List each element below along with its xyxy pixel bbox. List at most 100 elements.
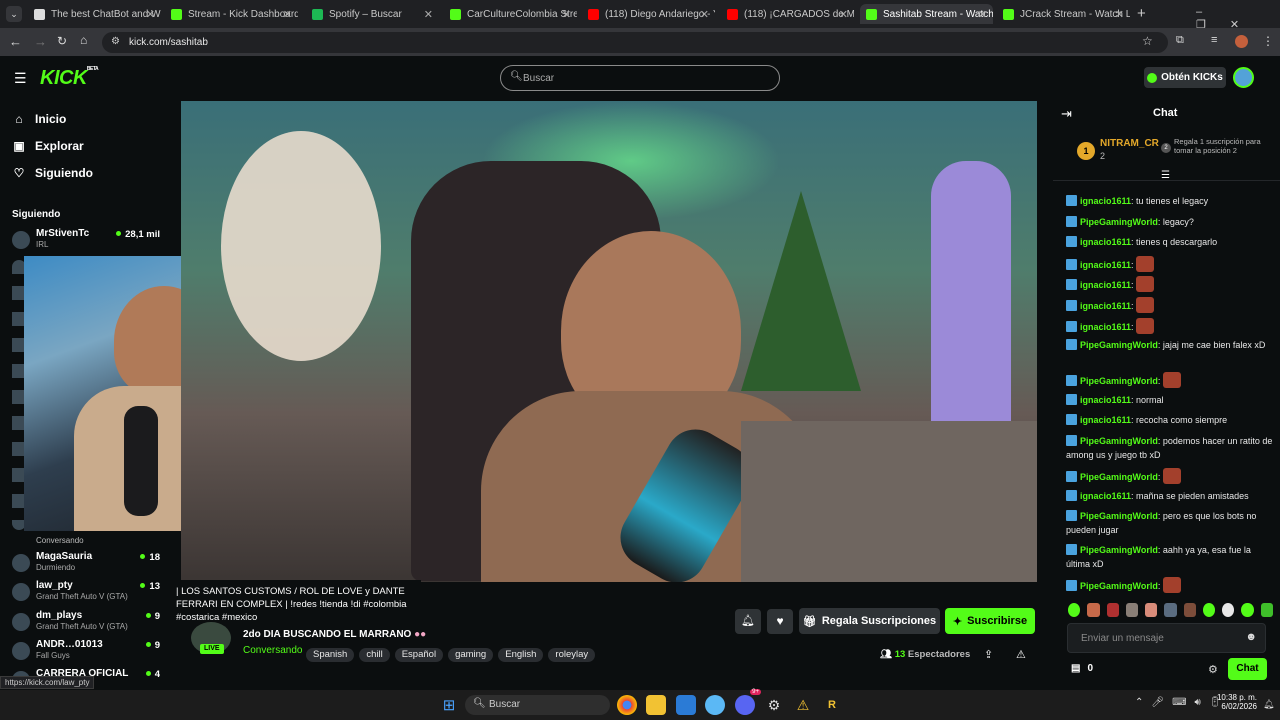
user-avatar[interactable]: [1233, 67, 1254, 88]
emote-icon[interactable]: [1222, 603, 1235, 617]
chat-username[interactable]: ignacio1611: [1080, 280, 1131, 290]
site-info-icon[interactable]: ⚙: [111, 36, 120, 47]
chat-username[interactable]: ignacio1611: [1080, 415, 1131, 425]
following-item[interactable]: dm_plays Grand Theft Auto V (GTA) 9: [12, 610, 162, 636]
close-tab-icon[interactable]: ✕: [562, 8, 571, 21]
app-icon[interactable]: R: [822, 695, 842, 715]
chat-username[interactable]: ignacio1611: [1080, 491, 1131, 501]
tag-pill[interactable]: roleylay: [548, 648, 596, 662]
close-tab-icon[interactable]: ✕: [839, 8, 848, 21]
discord-icon[interactable]: 9+: [735, 689, 761, 715]
video-player[interactable]: [181, 101, 1037, 582]
emote-icon[interactable]: [1145, 603, 1158, 617]
chat-send-button[interactable]: Chat: [1228, 658, 1267, 680]
emote-icon[interactable]: [1183, 603, 1196, 617]
tag-pill[interactable]: Español: [394, 648, 444, 662]
settings-icon[interactable]: ⚙: [764, 695, 784, 715]
chat-username[interactable]: ignacio1611: [1080, 395, 1131, 405]
following-item[interactable]: MagaSauria Durmiendo 18: [12, 551, 162, 577]
close-tab-icon[interactable]: ✕: [424, 8, 433, 21]
profile-avatar[interactable]: [1235, 35, 1248, 48]
emote-icon[interactable]: [1164, 603, 1177, 617]
chat-username[interactable]: ignacio1611: [1080, 322, 1131, 332]
tag-pill[interactable]: English: [498, 648, 544, 662]
close-tab-icon[interactable]: ✕: [978, 8, 987, 21]
chat-username[interactable]: ignacio1611: [1080, 301, 1131, 311]
browser-tab[interactable]: Sashitab Stream - Watch ✕: [860, 4, 993, 24]
kick-logo[interactable]: KICKBETA: [40, 66, 99, 90]
emote-icon[interactable]: [1241, 603, 1254, 617]
emote-icon[interactable]: [1106, 603, 1119, 617]
taskbar-search[interactable]: 🔍︎ Buscar: [465, 695, 610, 715]
tag-pill[interactable]: Spanish: [306, 648, 355, 662]
search-bar[interactable]: 🔍︎ Buscar: [500, 65, 780, 91]
chat-username[interactable]: PipeGamingWorld: [1080, 217, 1158, 227]
photos-icon[interactable]: [705, 695, 725, 715]
chat-username[interactable]: ignacio1611: [1080, 237, 1131, 247]
chrome-icon[interactable]: [617, 695, 637, 715]
emote-icon[interactable]: [1260, 603, 1273, 617]
browser-tab[interactable]: JCrack Stream - Watch Li ✕: [997, 4, 1130, 24]
chat-username[interactable]: PipeGamingWorld: [1080, 511, 1158, 521]
chat-settings-icon[interactable]: ⚙: [1208, 663, 1218, 676]
close-tab-icon[interactable]: ✕: [1115, 8, 1124, 21]
url-text[interactable]: kick.com/sashitab: [129, 37, 208, 48]
media-controls-icon[interactable]: ≡: [1211, 34, 1217, 46]
chat-input[interactable]: Enviar un mensaje ☻: [1067, 623, 1266, 653]
subscribe-button[interactable]: ✦ Suscribirse: [945, 608, 1035, 634]
report-icon[interactable]: ⚠: [1016, 648, 1026, 661]
browser-tab[interactable]: CarCultureColombia Strea ✕: [444, 4, 577, 24]
sidebar-item-inicio[interactable]: ⌂ Inicio: [12, 112, 66, 126]
emote-icon[interactable]: [1125, 603, 1139, 617]
reload-icon[interactable]: ↻: [57, 34, 67, 48]
emote-icon[interactable]: [1087, 603, 1100, 617]
hamburger-menu-icon[interactable]: ☰: [14, 70, 27, 87]
top-gifter[interactable]: 1 NITRAM_CR 2: [1077, 138, 1167, 166]
sidebar-item-explorar[interactable]: ▣ Explorar: [12, 139, 83, 153]
search-input[interactable]: Buscar: [523, 73, 554, 84]
windows-start-icon[interactable]: ⊞: [439, 695, 459, 715]
stream-category[interactable]: Conversando: [243, 645, 302, 656]
close-tab-icon[interactable]: ✕: [146, 8, 155, 21]
tag-pill[interactable]: chill: [359, 648, 390, 662]
sidebar-item-siguiendo[interactable]: ♡ Siguiendo: [12, 166, 93, 180]
emote-icon[interactable]: [1202, 603, 1216, 617]
emote-icon[interactable]: [1068, 603, 1081, 617]
emoji-picker-icon[interactable]: ☻: [1245, 631, 1257, 643]
chat-username[interactable]: PipeGamingWorld: [1080, 376, 1158, 386]
notifications-icon[interactable]: 🔔︎: [1263, 699, 1274, 710]
taskbar-clock[interactable]: 10:38 p. m. 6/02/2026: [1213, 693, 1257, 711]
browser-tab[interactable]: Stream - Kick Dashboard ✕: [165, 4, 298, 24]
store-icon[interactable]: [676, 695, 696, 715]
share-icon[interactable]: ⇪: [984, 648, 993, 661]
chat-username[interactable]: PipeGamingWorld: [1080, 472, 1158, 482]
chat-username[interactable]: ignacio1611: [1080, 196, 1131, 206]
get-kicks-button[interactable]: Obtén KICKs: [1144, 67, 1226, 88]
follow-heart-button[interactable]: ♥: [767, 609, 793, 634]
chat-username[interactable]: PipeGamingWorld: [1080, 340, 1158, 350]
chat-username[interactable]: PipeGamingWorld: [1080, 436, 1158, 446]
following-item[interactable]: law_pty Grand Theft Auto V (GTA) 13: [12, 580, 162, 606]
collapse-chat-icon[interactable]: ⇥: [1061, 106, 1072, 122]
close-tab-icon[interactable]: ✕: [283, 8, 292, 21]
extensions-icon[interactable]: ⧉: [1176, 34, 1184, 47]
forward-icon[interactable]: →: [34, 34, 47, 49]
channel-points[interactable]: ▤ 0: [1071, 663, 1093, 674]
new-tab-button[interactable]: +: [1137, 5, 1146, 22]
chat-username[interactable]: PipeGamingWorld: [1080, 581, 1158, 591]
gift-subs-button[interactable]: 🎁︎ Regala Suscripciones: [799, 608, 940, 634]
minimize-icon[interactable]: –: [1196, 6, 1226, 18]
browser-tab[interactable]: (118) ¡CARGADOS de MA ✕: [721, 4, 854, 24]
back-icon[interactable]: ←: [9, 34, 22, 49]
tab-list-chevron-icon[interactable]: ⌄: [6, 6, 22, 22]
notification-bell-button[interactable]: 🔔︎: [735, 609, 761, 634]
following-item[interactable]: ANDR…01013 Fall Guys 9: [12, 639, 162, 665]
omnibox[interactable]: [102, 32, 1168, 53]
close-tab-icon[interactable]: ✕: [700, 8, 709, 21]
tag-pill[interactable]: gaming: [448, 648, 494, 662]
browser-tab[interactable]: The best ChatBot and Wi ✕: [28, 4, 161, 24]
following-item[interactable]: MrStivenTc IRL 28,1 mil: [12, 228, 162, 254]
chat-username[interactable]: PipeGamingWorld: [1080, 545, 1158, 555]
browser-menu-icon[interactable]: ⋮: [1262, 34, 1274, 48]
chat-username[interactable]: ignacio1611: [1080, 260, 1131, 270]
